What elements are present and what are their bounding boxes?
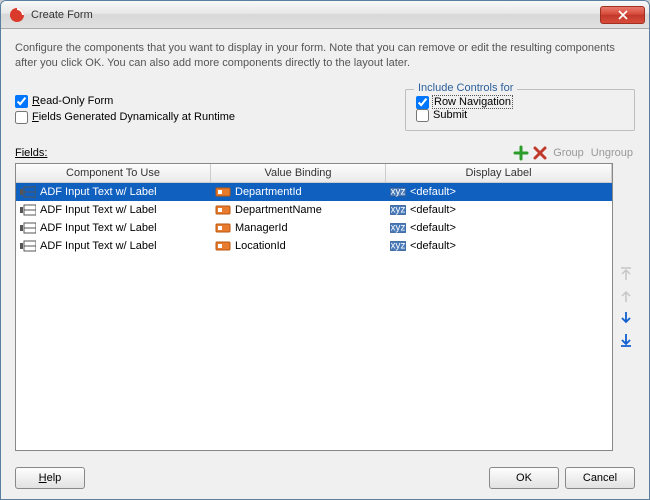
- cell-label: xyz<default>: [386, 185, 612, 199]
- svg-text:xyz: xyz: [391, 240, 406, 251]
- cell-label: xyz<default>: [386, 221, 612, 235]
- fields-table: Component To Use Value Binding Display L…: [15, 163, 613, 451]
- cell-binding: DepartmentId: [211, 185, 386, 199]
- row-navigation-checkbox-row[interactable]: Row Navigation: [416, 96, 624, 109]
- table-row[interactable]: ADF Input Text w/ LabelLocationIdxyz<def…: [16, 237, 612, 255]
- app-icon: [9, 7, 25, 23]
- dynamic-fields-checkbox-row[interactable]: Fields Generated Dynamically at Runtime: [15, 111, 235, 124]
- options-row: Read-Only Form Fields Generated Dynamica…: [15, 89, 635, 131]
- move-top-button[interactable]: [618, 266, 634, 282]
- cell-binding: LocationId: [211, 239, 386, 253]
- move-up-button[interactable]: [618, 288, 634, 304]
- read-only-label: Read-Only Form: [32, 95, 113, 107]
- window-title: Create Form: [31, 9, 600, 21]
- dynamic-fields-checkbox[interactable]: [15, 111, 28, 124]
- include-controls-legend: Include Controls for: [414, 82, 517, 94]
- create-form-dialog: Create Form Configure the components tha…: [0, 0, 650, 500]
- read-only-checkbox[interactable]: [15, 95, 28, 108]
- cell-component: ADF Input Text w/ Label: [16, 221, 211, 235]
- group-button[interactable]: Group: [551, 147, 586, 159]
- table-row[interactable]: ADF Input Text w/ LabelManagerIdxyz<defa…: [16, 219, 612, 237]
- arrow-top-icon: [618, 266, 634, 282]
- table-body[interactable]: ADF Input Text w/ LabelDepartmentIdxyz<d…: [16, 183, 612, 450]
- fields-header: Fields: Group Ungroup: [15, 145, 635, 161]
- row-navigation-label: Row Navigation: [433, 96, 512, 108]
- cell-component: ADF Input Text w/ Label: [16, 185, 211, 199]
- titlebar[interactable]: Create Form: [1, 1, 649, 29]
- cancel-button[interactable]: Cancel: [565, 467, 635, 489]
- cell-component: ADF Input Text w/ Label: [16, 203, 211, 217]
- left-options: Read-Only Form Fields Generated Dynamica…: [15, 89, 235, 131]
- plus-icon: [513, 145, 529, 161]
- submit-checkbox[interactable]: [416, 109, 429, 122]
- header-label[interactable]: Display Label: [386, 164, 612, 182]
- cell-label: xyz<default>: [386, 239, 612, 253]
- svg-text:xyz: xyz: [391, 222, 406, 233]
- table-header: Component To Use Value Binding Display L…: [16, 164, 612, 183]
- reorder-arrows: [613, 163, 635, 451]
- arrow-bottom-icon: [618, 332, 634, 348]
- read-only-checkbox-row[interactable]: Read-Only Form: [15, 95, 235, 108]
- close-button[interactable]: [600, 6, 645, 24]
- fields-toolbar: Group Ungroup: [513, 145, 635, 161]
- grid-area: Component To Use Value Binding Display L…: [15, 163, 635, 451]
- table-row[interactable]: ADF Input Text w/ LabelDepartmentNamexyz…: [16, 201, 612, 219]
- ungroup-button[interactable]: Ungroup: [589, 147, 635, 159]
- description-text: Configure the components that you want t…: [15, 41, 635, 71]
- submit-label: Submit: [433, 109, 467, 121]
- arrow-down-icon: [618, 310, 634, 326]
- content-area: Configure the components that you want t…: [1, 29, 649, 459]
- dynamic-fields-label: Fields Generated Dynamically at Runtime: [32, 111, 235, 123]
- arrow-up-icon: [618, 288, 634, 304]
- svg-text:xyz: xyz: [391, 204, 406, 215]
- header-component[interactable]: Component To Use: [16, 164, 211, 182]
- row-navigation-checkbox[interactable]: [416, 96, 429, 109]
- svg-text:xyz: xyz: [391, 186, 406, 197]
- close-icon: [618, 10, 628, 20]
- button-row: Help OK Cancel: [1, 459, 649, 499]
- cell-binding: DepartmentName: [211, 203, 386, 217]
- ok-button[interactable]: OK: [489, 467, 559, 489]
- cell-label: xyz<default>: [386, 203, 612, 217]
- add-button[interactable]: [513, 145, 529, 161]
- submit-checkbox-row[interactable]: Submit: [416, 109, 624, 122]
- table-row[interactable]: ADF Input Text w/ LabelDepartmentIdxyz<d…: [16, 183, 612, 201]
- cell-binding: ManagerId: [211, 221, 386, 235]
- move-down-button[interactable]: [618, 310, 634, 326]
- delete-icon: [532, 145, 548, 161]
- header-binding[interactable]: Value Binding: [211, 164, 386, 182]
- move-bottom-button[interactable]: [618, 332, 634, 348]
- delete-button[interactable]: [532, 145, 548, 161]
- cell-component: ADF Input Text w/ Label: [16, 239, 211, 253]
- include-controls-fieldset: Include Controls for Row Navigation Subm…: [405, 89, 635, 131]
- fields-label: Fields:: [15, 147, 513, 159]
- help-button[interactable]: Help: [15, 467, 85, 489]
